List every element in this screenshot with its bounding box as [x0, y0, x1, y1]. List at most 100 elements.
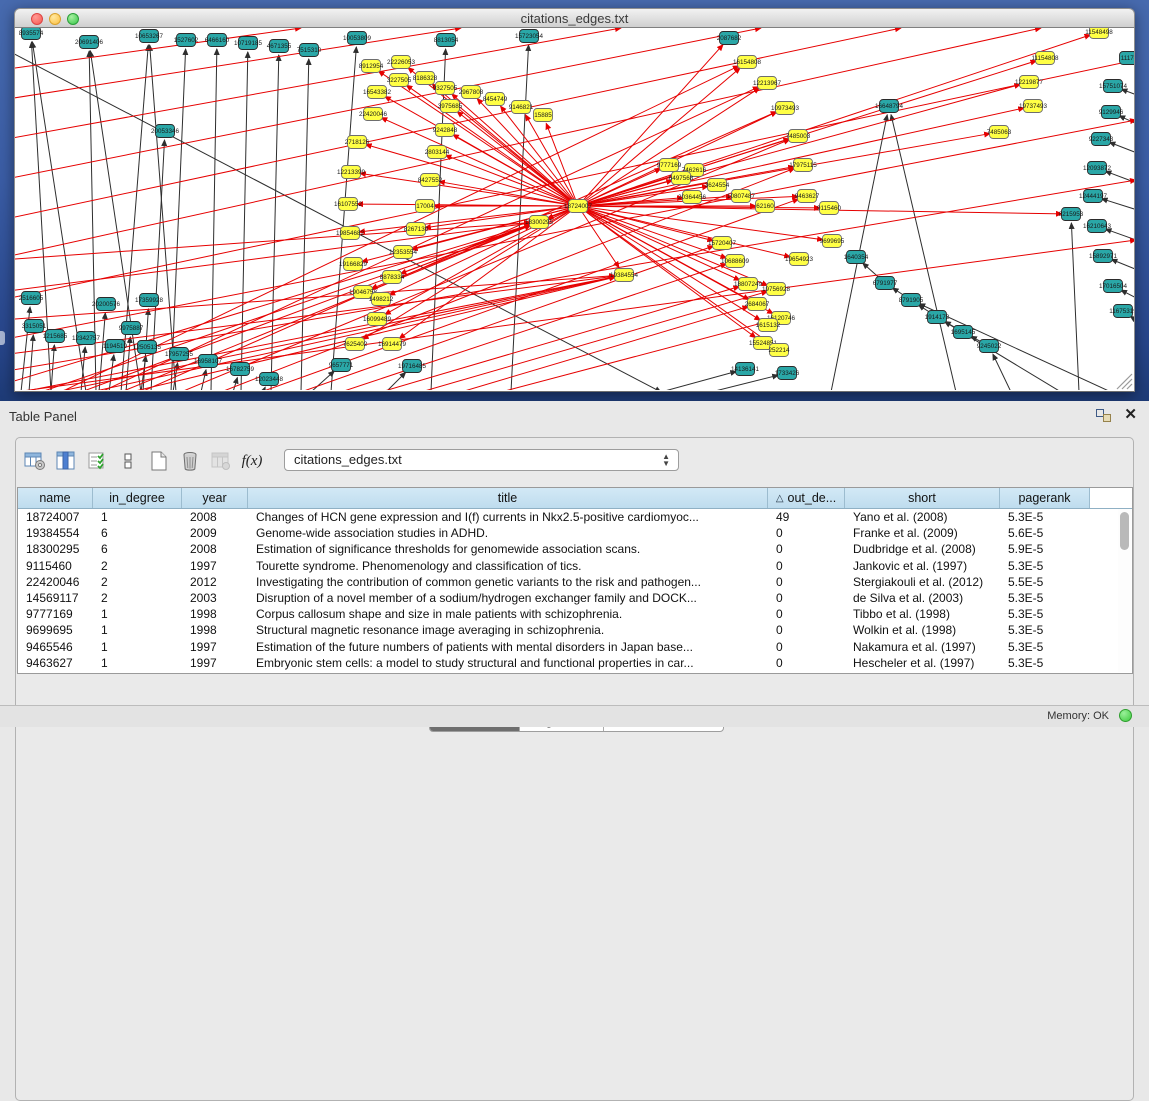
- table-cell[interactable]: 5.5E-5: [1000, 575, 1090, 589]
- table-cell[interactable]: 1: [93, 607, 182, 621]
- hidden-panel-grip[interactable]: [0, 331, 5, 345]
- table-cell[interactable]: 6: [93, 542, 182, 556]
- table-cell[interactable]: Yano et al. (2008): [845, 510, 1000, 524]
- network-canvas[interactable]: 1872400789355742069140610653267152760264…: [14, 28, 1135, 392]
- citation-edge-red[interactable]: [15, 60, 1134, 300]
- table-cell[interactable]: 5.6E-5: [1000, 526, 1090, 540]
- table-cell[interactable]: 9699695: [18, 623, 93, 637]
- table-cell[interactable]: Dudbridge et al. (2008): [845, 542, 1000, 556]
- table-cell[interactable]: 2008: [182, 510, 248, 524]
- table-cell[interactable]: Estimation of significance thresholds fo…: [248, 542, 768, 556]
- table-cell[interactable]: 19384554: [18, 526, 93, 540]
- table-cell[interactable]: 0: [768, 591, 845, 605]
- table-cell[interactable]: Hescheler et al. (1997): [845, 656, 1000, 670]
- table-cell[interactable]: 0: [768, 542, 845, 556]
- citation-edge-red[interactable]: [477, 99, 578, 206]
- close-panel-icon[interactable]: ✕: [1124, 406, 1137, 424]
- citation-edge-red[interactable]: [15, 240, 1134, 390]
- citation-edge[interactable]: [1102, 199, 1134, 214]
- function-builder-icon[interactable]: f(x): [239, 449, 265, 473]
- column-header-in_degree[interactable]: in_degree: [93, 488, 182, 508]
- table-cell[interactable]: 49: [768, 510, 845, 524]
- table-cell[interactable]: 0: [768, 526, 845, 540]
- table-panel-header[interactable]: Table Panel ✕: [0, 401, 1149, 431]
- node-table[interactable]: namein_degreeyeartitle△out_de...shortpag…: [17, 487, 1133, 674]
- table-cell[interactable]: 6: [93, 526, 182, 540]
- table-cell[interactable]: 5.3E-5: [1000, 607, 1090, 621]
- rows-icon[interactable]: [115, 449, 141, 473]
- table-cell[interactable]: 9463627: [18, 656, 93, 670]
- citation-edge-red[interactable]: [578, 134, 990, 206]
- table-cell[interactable]: Corpus callosum shape and size in male p…: [248, 607, 768, 621]
- table-cell[interactable]: Wolkin et al. (1998): [845, 623, 1000, 637]
- table-row[interactable]: 946362711997Embryonic stem cells: a mode…: [18, 655, 1132, 671]
- table-cell[interactable]: de Silva et al. (2003): [845, 591, 1000, 605]
- citation-edge[interactable]: [1130, 316, 1134, 330]
- citation-edge[interactable]: [661, 371, 736, 390]
- table-cell[interactable]: 9465546: [18, 640, 93, 654]
- delete-trash-icon[interactable]: [177, 449, 203, 473]
- citation-edge[interactable]: [1111, 259, 1134, 275]
- table-row[interactable]: 946554611997Estimation of the future num…: [18, 639, 1132, 655]
- citation-edge-red[interactable]: [221, 168, 795, 390]
- table-cell[interactable]: 1: [93, 623, 182, 637]
- table-cell[interactable]: 2012: [182, 575, 248, 589]
- table-cell[interactable]: 2009: [182, 526, 248, 540]
- network-table-select[interactable]: citations_edges.txt ▲▼: [284, 449, 679, 471]
- table-cell[interactable]: Tibbo et al. (1998): [845, 607, 1000, 621]
- table-cell[interactable]: 2: [93, 591, 182, 605]
- table-cell[interactable]: Nakamura et al. (1997): [845, 640, 1000, 654]
- table-cell[interactable]: 2: [93, 559, 182, 573]
- table-cell[interactable]: 9777169: [18, 607, 93, 621]
- table-cell[interactable]: 5.3E-5: [1000, 559, 1090, 573]
- new-table-icon[interactable]: [146, 449, 172, 473]
- table-cell[interactable]: 1997: [182, 559, 248, 573]
- citation-edge[interactable]: [511, 45, 529, 390]
- row-checklist-icon[interactable]: [84, 449, 110, 473]
- table-cell[interactable]: 1: [93, 656, 182, 670]
- citation-edge-red[interactable]: [578, 206, 756, 338]
- table-cell[interactable]: Genome-wide association studies in ADHD.: [248, 526, 768, 540]
- table-cell[interactable]: 0: [768, 559, 845, 573]
- table-row[interactable]: 969969511998Structural magnetic resonanc…: [18, 622, 1132, 638]
- table-cell[interactable]: 5.9E-5: [1000, 542, 1090, 556]
- table-cell[interactable]: 1997: [182, 656, 248, 670]
- table-cell[interactable]: 0: [768, 640, 845, 654]
- table-cell[interactable]: 5.3E-5: [1000, 656, 1090, 670]
- table-cell[interactable]: 5.3E-5: [1000, 510, 1090, 524]
- citation-edge[interactable]: [1121, 290, 1134, 305]
- column-header-out_de[interactable]: △out_de...: [768, 488, 845, 508]
- table-cell[interactable]: Changes of HCN gene expression and I(f) …: [248, 510, 768, 524]
- table-cell[interactable]: Disruption of a novel member of a sodium…: [248, 591, 768, 605]
- citation-edge[interactable]: [29, 335, 33, 390]
- table-cell[interactable]: 1: [93, 510, 182, 524]
- memory-ok-icon[interactable]: [1119, 709, 1132, 722]
- table-cell[interactable]: 9115460: [18, 559, 93, 573]
- table-cell[interactable]: 2: [93, 575, 182, 589]
- table-cell[interactable]: 2003: [182, 591, 248, 605]
- network-view-window[interactable]: citations_edges.txt 18724007893557420691…: [14, 8, 1135, 392]
- table-cell[interactable]: 0: [768, 656, 845, 670]
- column-header-short[interactable]: short: [845, 488, 1000, 508]
- citation-edge[interactable]: [99, 313, 105, 390]
- table-cell[interactable]: Embryonic stem cells: a model to study s…: [248, 656, 768, 670]
- citation-edge[interactable]: [51, 345, 54, 390]
- table-cell[interactable]: 1997: [182, 640, 248, 654]
- table-cell[interactable]: 5.3E-5: [1000, 640, 1090, 654]
- citation-edge[interactable]: [109, 355, 114, 390]
- citation-edge-red[interactable]: [578, 84, 1020, 206]
- table-cell[interactable]: 2008: [182, 542, 248, 556]
- citation-edge-red[interactable]: [15, 28, 761, 180]
- table-cell[interactable]: 0: [768, 623, 845, 637]
- table-row[interactable]: 911546021997Tourette syndrome. Phenomeno…: [18, 558, 1132, 574]
- table-cell[interactable]: 18724007: [18, 510, 93, 524]
- table-cell[interactable]: Jankovic et al. (1997): [845, 559, 1000, 573]
- citation-edge-red[interactable]: [461, 307, 748, 390]
- table-cell[interactable]: 18300295: [18, 542, 93, 556]
- citation-edge[interactable]: [241, 52, 248, 390]
- table-cell[interactable]: Investigating the contribution of common…: [248, 575, 768, 589]
- table-row[interactable]: 1830029562008Estimation of significance …: [18, 541, 1132, 557]
- citation-edge[interactable]: [1105, 171, 1134, 188]
- table-cell[interactable]: 14569117: [18, 591, 93, 605]
- citation-edge[interactable]: [271, 55, 279, 390]
